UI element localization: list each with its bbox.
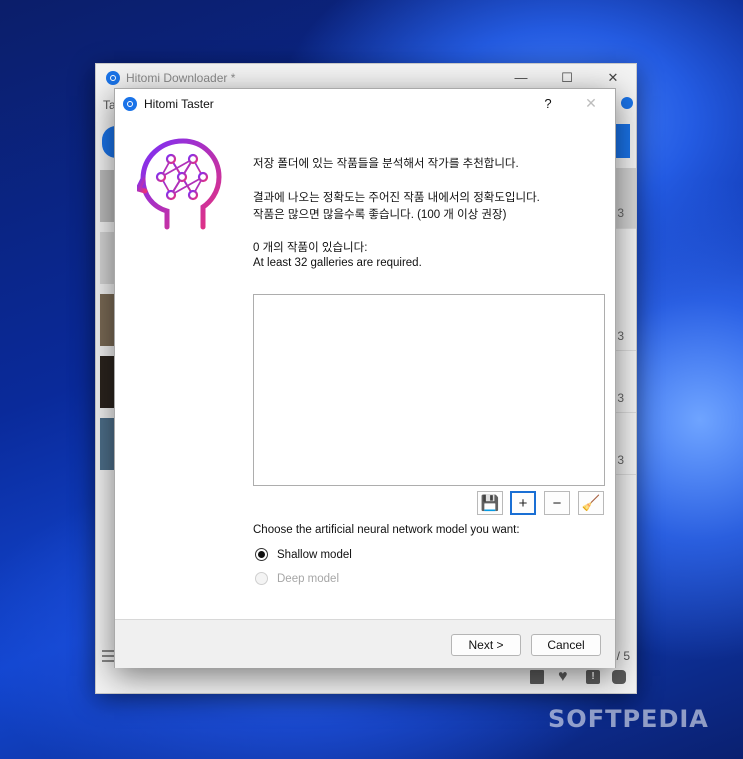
row-size: 3 (617, 206, 624, 220)
row-size: 3 (617, 329, 624, 343)
deep-model-option: Deep model (255, 572, 339, 585)
dialog-titlebar: Hitomi Taster ? ✕ (115, 89, 615, 119)
main-window-title: Hitomi Downloader * (126, 71, 236, 85)
list-thumbnail[interactable] (100, 232, 115, 284)
list-thumbnail[interactable] (100, 418, 115, 470)
maximize-button[interactable]: ☐ (552, 68, 582, 88)
description-line: 결과에 나오는 정확도는 주어진 작품 내에서의 정확도입니다. (253, 192, 540, 204)
folder-icon[interactable] (530, 670, 544, 684)
list-thumbnail[interactable] (100, 294, 115, 346)
cancel-button[interactable]: Cancel (531, 634, 601, 656)
add-button[interactable]: + (510, 491, 536, 515)
minimize-button[interactable]: — (506, 68, 536, 88)
row-size: 3 (617, 391, 624, 405)
hitomi-taster-dialog: Hitomi Taster ? ✕ 저장 폴더에 있는 작품들을 분석해서 작가… (114, 88, 616, 668)
requirement-text: At least 32 galleries are required. (253, 257, 422, 269)
gallery-list[interactable] (253, 294, 605, 486)
shallow-model-radio[interactable] (255, 548, 268, 561)
gallery-count-text: 0 개의 작품이 있습니다: (253, 242, 368, 254)
description-line: 저장 폴더에 있는 작품들을 분석해서 작가를 추천합니다. (253, 158, 519, 170)
deep-model-label: Deep model (277, 572, 340, 585)
heart-icon[interactable]: ♥ (558, 669, 572, 685)
dialog-close-button[interactable]: ✕ (582, 95, 600, 112)
broom-icon[interactable]: 🧹 (578, 491, 604, 515)
discord-icon[interactable] (612, 670, 626, 684)
deep-model-radio (255, 572, 268, 585)
model-prompt: Choose the artificial neural network mod… (253, 524, 520, 536)
app-logo-icon (123, 97, 137, 111)
dialog-footer: Next > Cancel (115, 619, 615, 668)
next-button[interactable]: Next > (451, 634, 521, 656)
page-counter: / 5 (616, 649, 630, 663)
neural-brain-icon (137, 138, 222, 230)
main-action-bar-right[interactable] (616, 124, 630, 158)
row-size: 3 (617, 453, 624, 467)
softpedia-watermark: SOFTPEDIA (548, 705, 709, 733)
dialog-body: 저장 폴더에 있는 작품들을 분석해서 작가를 추천합니다. 결과에 나오는 정… (115, 119, 615, 619)
description-line: 작품은 많으면 많을수록 좋습니다. (100 개 이상 권장) (253, 209, 507, 221)
dialog-title: Hitomi Taster (144, 97, 214, 111)
toggle-switch[interactable] (621, 97, 633, 109)
remove-button[interactable]: − (544, 491, 570, 515)
feedback-icon[interactable]: ! (586, 670, 600, 684)
app-logo-icon (106, 71, 120, 85)
list-thumbnail[interactable] (100, 356, 115, 408)
shallow-model-option[interactable]: Shallow model (255, 548, 352, 561)
list-thumbnail[interactable] (100, 170, 115, 222)
help-button[interactable]: ? (540, 96, 556, 111)
close-button[interactable]: ✕ (598, 68, 628, 88)
save-icon[interactable]: 💾 (477, 491, 503, 515)
shallow-model-label: Shallow model (277, 548, 352, 561)
